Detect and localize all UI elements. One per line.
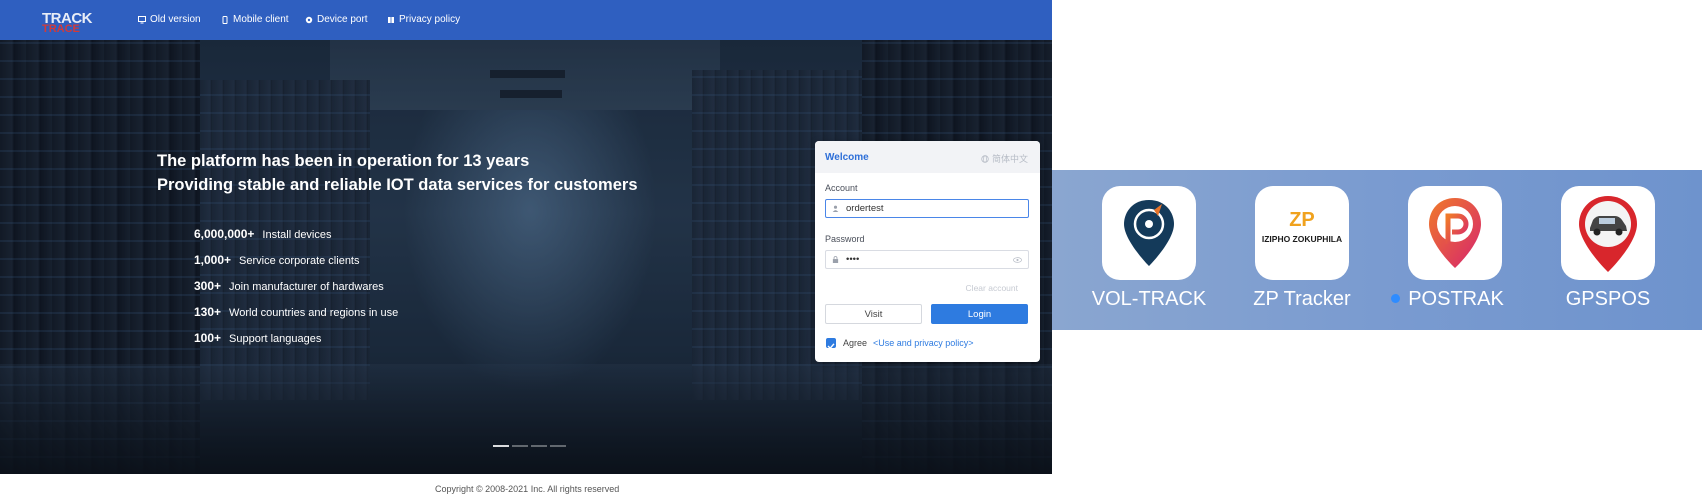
stat-label: Join manufacturer of hardwares: [229, 281, 384, 293]
stat-item: 300+ Join manufacturer of hardwares: [194, 279, 384, 293]
app-zp-tracker[interactable]: ZP IZIPHO ZOKUPHILA: [1255, 186, 1349, 280]
nav-device-port-label: Device port: [317, 14, 368, 25]
login-card: Welcome 简体中文 Account ordertest Password …: [815, 141, 1040, 362]
agree-checkbox[interactable]: [826, 338, 836, 350]
app-vol-track[interactable]: [1102, 186, 1196, 280]
account-field[interactable]: ordertest: [825, 199, 1029, 218]
account-label: Account: [825, 183, 858, 193]
stat-label: Support languages: [229, 333, 322, 345]
login-portal: TRACK TRACE Old version Mobile client De…: [0, 0, 1052, 500]
gear-icon: [305, 16, 313, 23]
nav-mobile-client[interactable]: Mobile client: [221, 14, 289, 25]
language-label: 简体中文: [991, 154, 1028, 164]
lock-icon: [832, 256, 839, 263]
stat-value: 1,000+: [194, 253, 232, 267]
login-card-header: Welcome 简体中文: [815, 141, 1040, 173]
login-button[interactable]: Login: [931, 304, 1028, 324]
map-pin-compass-icon: [1124, 200, 1174, 266]
stat-value: 300+: [194, 279, 222, 293]
stat-item: 100+ Support languages: [194, 331, 321, 345]
clear-account-link[interactable]: Clear account: [966, 283, 1018, 293]
monitor-icon: [138, 15, 146, 23]
stat-label: Service corporate clients: [239, 255, 360, 267]
agree-label: Agree: [843, 338, 868, 348]
stat-label: Install devices: [262, 229, 332, 241]
stat-item: 1,000+ Service corporate clients: [194, 253, 360, 267]
stat-label: World countries and regions in use: [229, 307, 399, 319]
zp-logo-icon: ZP IZIPHO ZOKUPHILA: [1262, 209, 1342, 244]
privacy-policy-link[interactable]: <Use and privacy policy>: [873, 338, 974, 348]
carousel-dot[interactable]: [493, 445, 509, 447]
zp-logo-bottom: IZIPHO ZOKUPHILA: [1262, 234, 1342, 244]
carousel-dots: [493, 445, 566, 447]
zp-logo-top: ZP: [1289, 209, 1315, 231]
user-icon: [832, 205, 839, 212]
car-pin-icon: [1579, 196, 1637, 272]
check-icon: [827, 343, 835, 350]
app-icon-strip: VOL-TRACK ZP IZIPHO ZOKUPHILA ZP Tracker…: [1052, 170, 1702, 330]
mobile-icon: [222, 15, 228, 24]
app-label: VOL-TRACK: [1091, 288, 1207, 310]
nav-device-port[interactable]: Device port: [305, 14, 368, 25]
stat-value: 130+: [194, 305, 222, 319]
logo[interactable]: TRACK TRACE: [40, 4, 98, 36]
visit-button[interactable]: Visit: [825, 304, 922, 324]
carousel-dot[interactable]: [512, 445, 528, 447]
p-pin-icon: [1429, 198, 1481, 268]
stat-item: 6,000,000+ Install devices: [194, 227, 332, 241]
app-label: POSTRAK: [1408, 288, 1504, 310]
carousel-dot[interactable]: [550, 445, 566, 447]
stat-value: 6,000,000+: [194, 227, 255, 241]
hero-title-line2: Providing stable and reliable IOT data s…: [157, 176, 638, 194]
book-icon: [388, 16, 394, 23]
nav-mobile-client-label: Mobile client: [233, 14, 289, 25]
globe-icon: [981, 155, 989, 163]
stat-value: 100+: [194, 331, 222, 345]
copyright: Copyright © 2008-2021 Inc. All rights re…: [435, 484, 620, 494]
app-label: GPSPOS: [1565, 288, 1651, 310]
hero-title: The platform has been in operation for 1…: [157, 149, 638, 197]
nav-old-version-label: Old version: [150, 14, 201, 25]
nav-privacy-policy-label: Privacy policy: [399, 14, 461, 25]
welcome-title: Welcome: [825, 152, 869, 163]
password-value: ••••: [846, 254, 860, 265]
nav-privacy-policy[interactable]: Privacy policy: [387, 14, 460, 25]
stat-item: 130+ World countries and regions in use: [194, 305, 398, 319]
eye-icon[interactable]: [1013, 257, 1022, 263]
top-nav-bar: TRACK TRACE Old version Mobile client De…: [0, 0, 1052, 40]
account-value: ordertest: [846, 203, 884, 214]
language-switch[interactable]: 简体中文: [981, 152, 1028, 165]
app-postrak[interactable]: [1408, 186, 1502, 280]
nav-old-version[interactable]: Old version: [138, 14, 201, 25]
logo-line2: TRACE: [42, 23, 80, 35]
hero-title-line1: The platform has been in operation for 1…: [157, 152, 530, 170]
app-gpspos[interactable]: [1561, 186, 1655, 280]
carousel-dot[interactable]: [531, 445, 547, 447]
password-label: Password: [825, 234, 865, 244]
app-label: ZP Tracker: [1253, 288, 1351, 310]
password-field[interactable]: ••••: [825, 250, 1029, 269]
